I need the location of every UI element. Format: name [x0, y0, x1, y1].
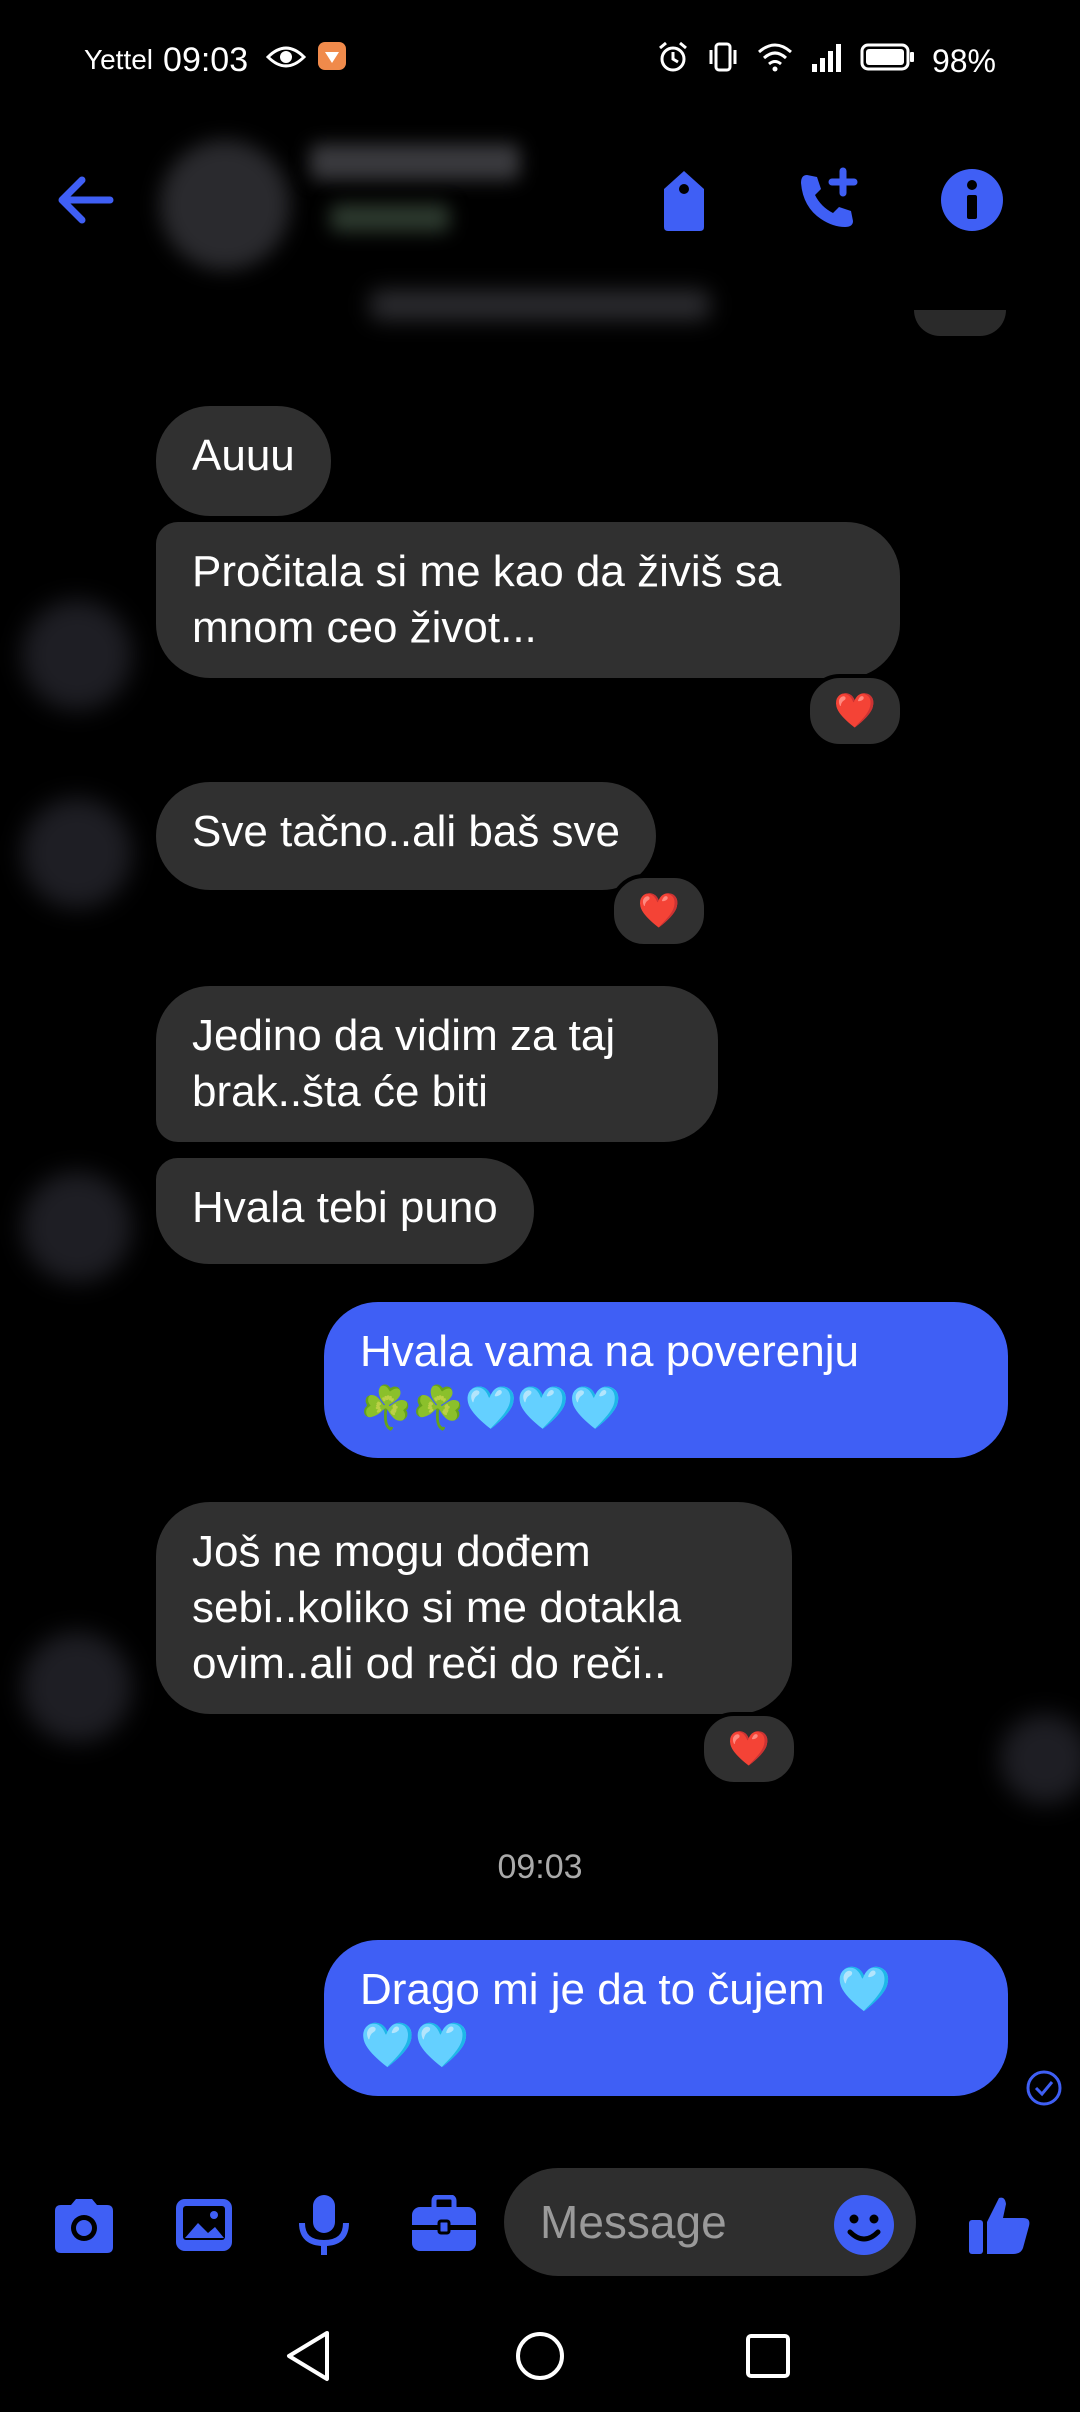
message-line: Pročitala si me kao da živiš sa	[192, 547, 782, 596]
sender-avatar	[22, 798, 132, 908]
add-call-icon[interactable]	[786, 158, 870, 242]
sender-avatar	[22, 1172, 132, 1282]
heart-reaction[interactable]: ❤️	[610, 874, 708, 948]
sender-avatar	[22, 600, 132, 710]
heart-reaction[interactable]: ❤️	[700, 1712, 798, 1786]
emoji-icon[interactable]	[824, 2185, 904, 2265]
message-line: ☘️☘️🩵🩵🩵	[360, 1384, 622, 1431]
read-receipt-avatar	[1000, 1714, 1080, 1804]
eye-icon	[266, 42, 307, 79]
message-bubble[interactable]: Sve tačno..ali baš sve	[156, 782, 657, 890]
back-nav-icon[interactable]	[278, 2326, 338, 2386]
message-bubble[interactable]: Pročitala si me kao da živiš sa mnom ceo…	[156, 522, 900, 678]
message-text: Auuu	[192, 431, 295, 480]
battery-icon	[860, 42, 916, 80]
message-line: brak..šta će biti	[192, 1067, 488, 1116]
message-placeholder: Message	[540, 2196, 727, 2248]
message-line: sebi..koliko si me dotakla	[192, 1583, 682, 1632]
home-nav-icon[interactable]	[510, 2326, 570, 2386]
message-line: mnom ceo život...	[192, 603, 537, 652]
back-arrow-icon[interactable]	[46, 160, 126, 240]
wifi-icon	[756, 41, 794, 81]
status-bar: Yettel 09:03 98%	[0, 0, 1080, 120]
message-bubble-outgoing[interactable]: Hvala vama na poverenju ☘️☘️🩵🩵🩵	[324, 1302, 1008, 1458]
app-notification-icon	[316, 40, 348, 80]
contact-active-status	[330, 204, 450, 232]
message-line: 🩵🩵	[360, 2021, 470, 2070]
recents-nav-icon[interactable]	[738, 2326, 798, 2386]
message-text: Hvala tebi puno	[192, 1183, 498, 1232]
gallery-icon[interactable]	[164, 2185, 244, 2265]
briefcase-icon[interactable]	[404, 2185, 484, 2265]
microphone-icon[interactable]	[284, 2185, 364, 2265]
message-text: Sve tačno..ali baš sve	[192, 807, 621, 856]
message-bubble[interactable]: Jedino da vidim za taj brak..šta će biti	[156, 986, 718, 1142]
partial-reaction	[914, 310, 1006, 336]
status-time: 09:03	[163, 40, 249, 79]
message-line: Jedino da vidim za taj	[192, 1011, 616, 1060]
message-bubble[interactable]: Hvala tebi puno	[156, 1158, 534, 1264]
heart-reaction[interactable]: ❤️	[806, 674, 904, 748]
contact-avatar[interactable]	[160, 140, 290, 270]
delivered-check-icon	[1024, 2068, 1064, 2113]
message-list[interactable]: Auuu Pročitala si me kao da živiš sa mno…	[0, 310, 1080, 2140]
carrier-label: Yettel	[84, 44, 154, 75]
message-line: Hvala vama na poverenju	[360, 1327, 859, 1376]
system-nav-bar	[0, 2300, 1080, 2412]
thumbs-up-icon[interactable]	[960, 2185, 1040, 2265]
camera-icon[interactable]	[44, 2185, 124, 2265]
message-line: ovim..ali od reči do reči..	[192, 1639, 667, 1688]
chat-subheader	[370, 290, 710, 320]
composer-bar: Message	[0, 2150, 1080, 2290]
vibrate-icon	[706, 40, 740, 82]
sender-avatar	[22, 1632, 132, 1742]
message-timestamp: 09:03	[497, 1848, 583, 1886]
battery-percent: 98%	[931, 42, 996, 79]
alarm-icon	[656, 40, 690, 82]
tag-icon[interactable]	[642, 158, 726, 242]
chat-header	[0, 120, 1080, 320]
contact-name[interactable]	[310, 144, 520, 180]
info-icon[interactable]	[930, 158, 1014, 242]
message-bubble-outgoing[interactable]: Drago mi je da to čujem 🩵 🩵🩵	[324, 1940, 1008, 2096]
signal-icon	[810, 42, 844, 80]
message-line: Još ne mogu dođem	[192, 1527, 591, 1576]
message-line: Drago mi je da to čujem 🩵	[360, 1965, 892, 2014]
message-bubble[interactable]: Auuu	[156, 406, 331, 516]
message-bubble[interactable]: Još ne mogu dođem sebi..koliko si me dot…	[156, 1502, 792, 1714]
